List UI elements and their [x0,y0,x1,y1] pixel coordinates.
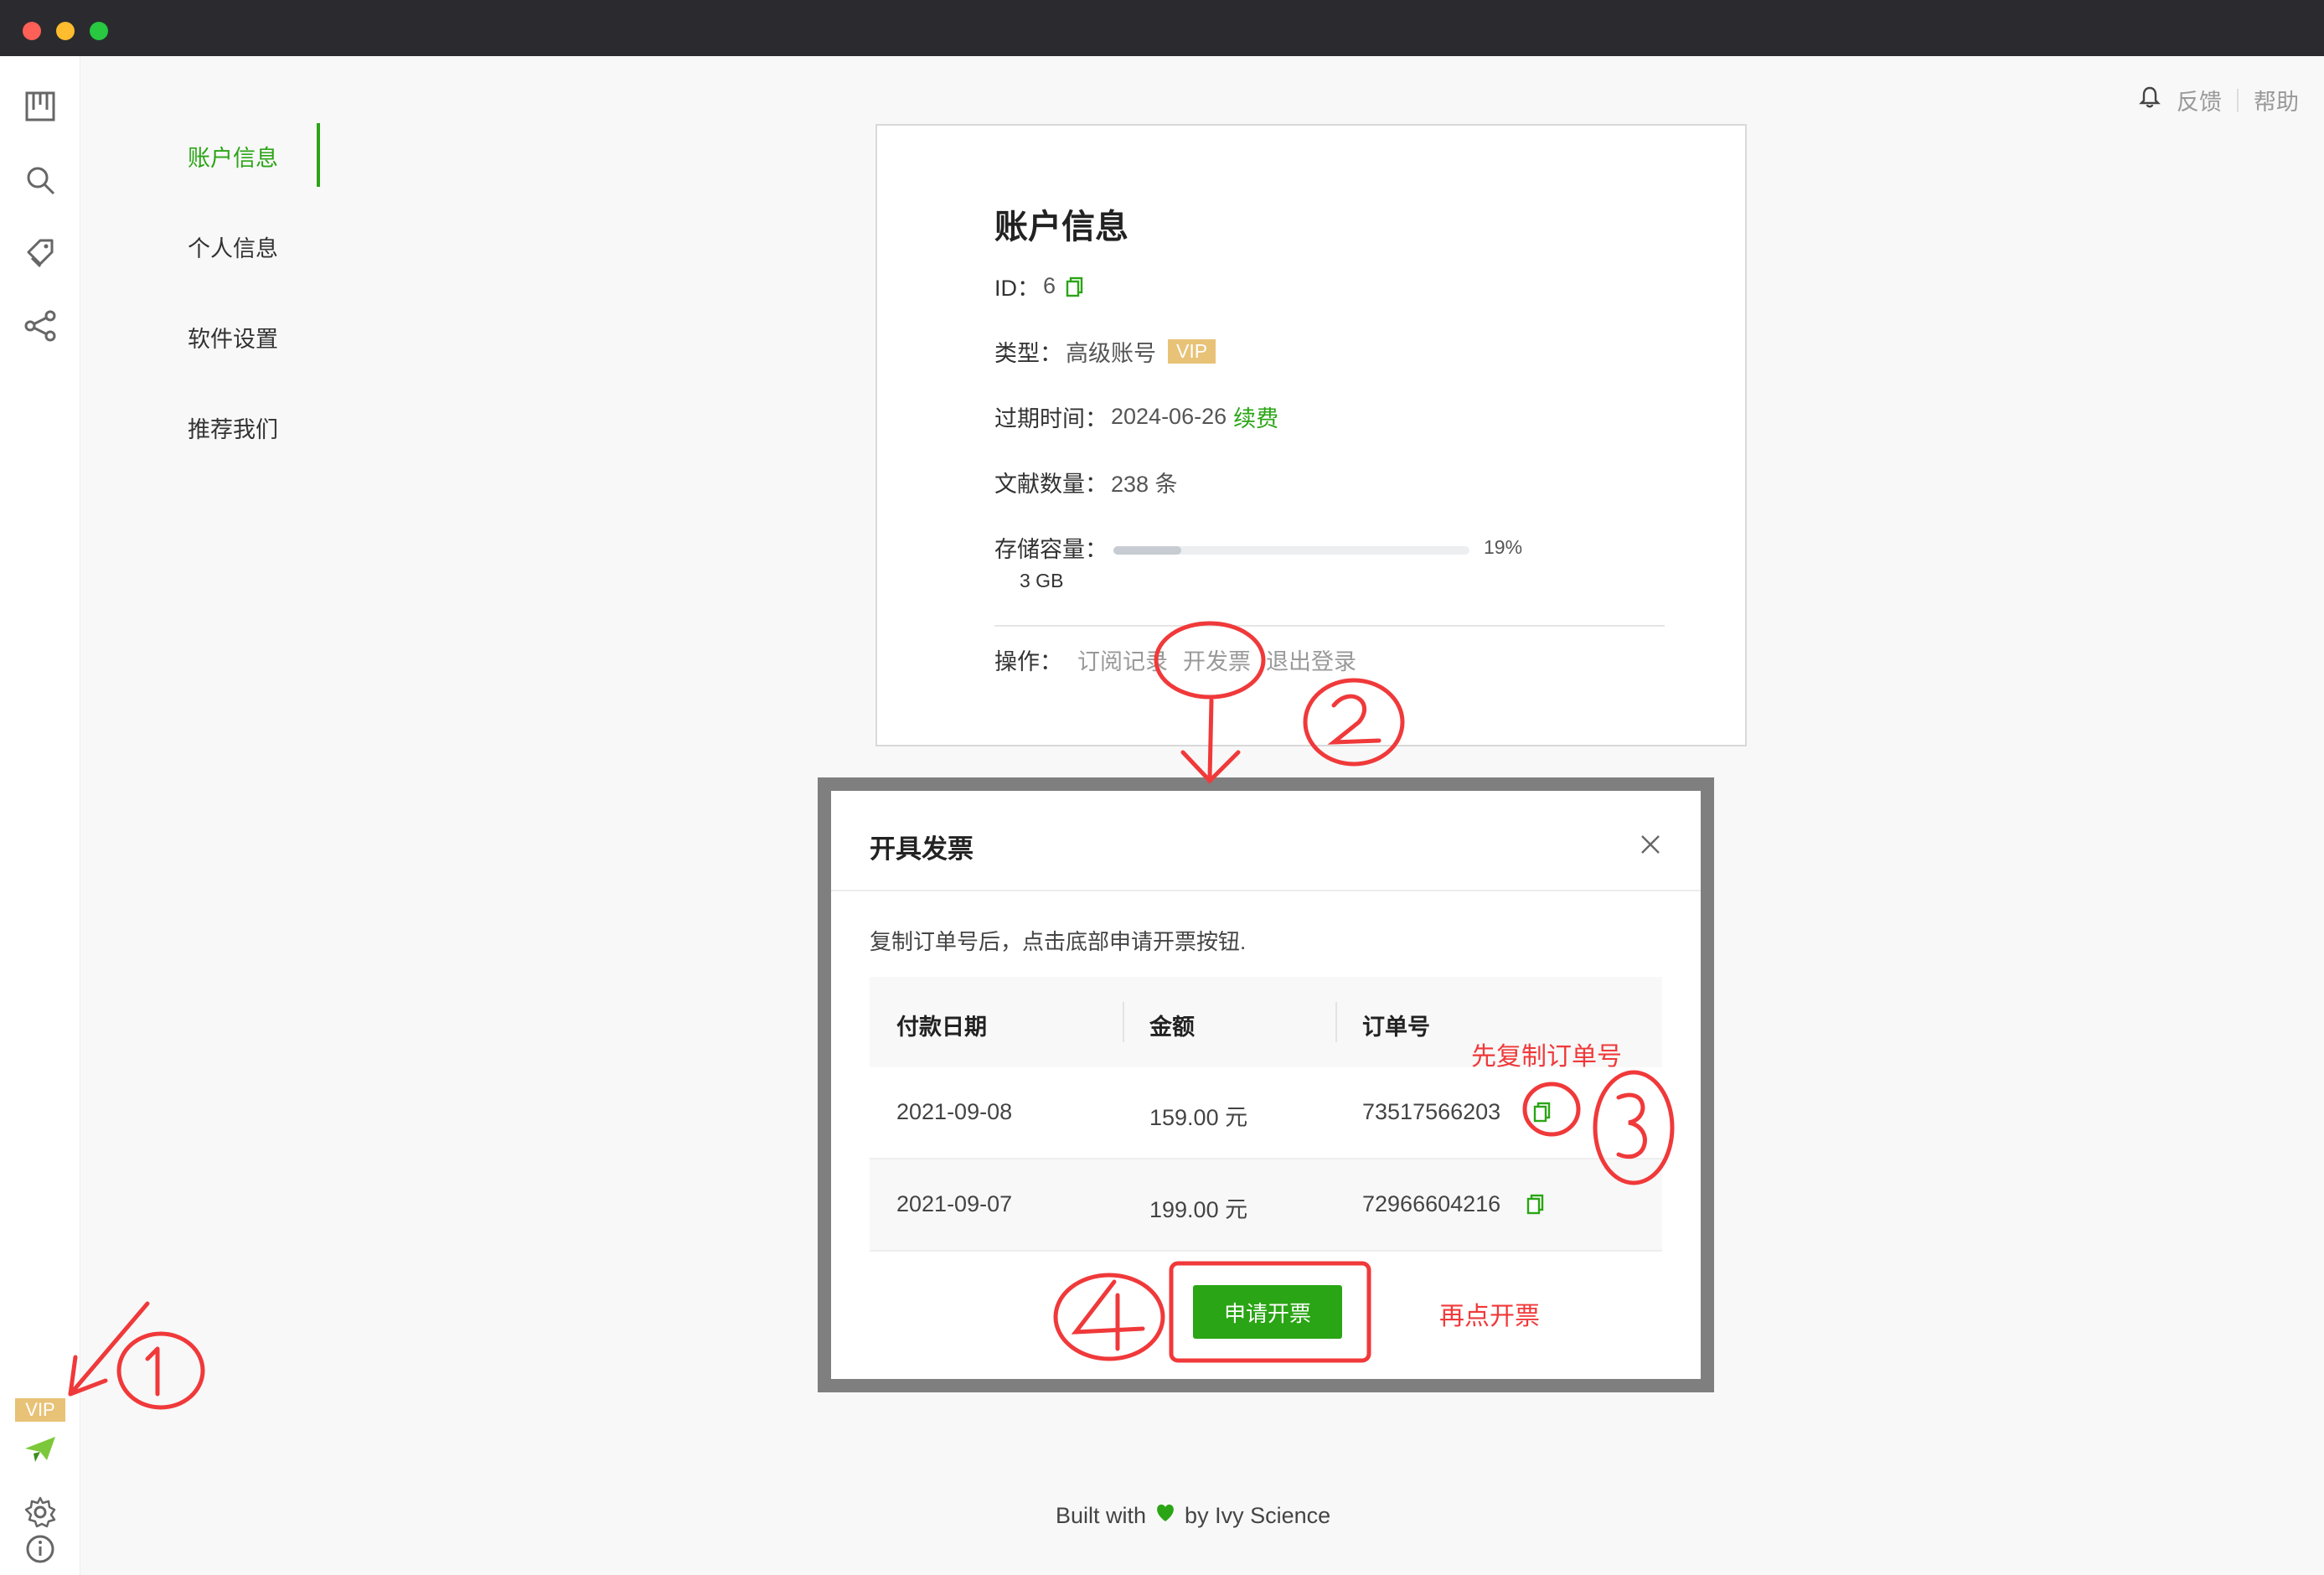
row-date: 2021-09-07 [896,1191,1013,1216]
invoice-dialog: 开具发票 复制订单号后，点击底部申请开票按钮. 付款日期 金额 订单号 2021… [831,791,1701,1379]
dialog-title: 开具发票 [870,834,973,864]
storage-total: 3 GB [1020,570,1064,591]
footer-prefix: Built with [1056,1503,1147,1528]
account-ops: 操作： 订阅记录 开发票 退出登录 [994,643,1356,676]
card-divider [994,625,1665,627]
annotation-then-apply: 再点开票 [1439,1303,1540,1330]
copy-order-icon[interactable] [1531,1101,1553,1128]
annotation-copy-first: 先复制订单号 [1471,1043,1622,1071]
gear-icon[interactable] [23,1495,57,1529]
row-amount: 199.00 元 [1149,1197,1248,1222]
apply-invoice-button[interactable]: 申请开票 [1193,1285,1342,1339]
window-minimize-button[interactable] [56,22,75,40]
table-row: 2021-09-07 199.00 元 72966604216 [870,1159,1662,1252]
info-icon[interactable] [23,1532,57,1566]
table-row: 2021-09-08 159.00 元 73517566203 [870,1067,1662,1159]
account-docs-row: 文献数量： 238 条 [994,466,1178,498]
vip-plane-icon[interactable] [23,1432,57,1465]
share-icon[interactable] [23,309,57,343]
nav-active-indicator [317,123,320,187]
subscription-history-link[interactable]: 订阅记录 [1077,643,1168,676]
account-storage-label: 存储容量： [994,537,1108,562]
icon-rail: VIP [0,56,80,1575]
col-order-number: 订单号 [1362,1015,1430,1040]
settings-nav: 账户信息 个人信息 软件设置 推荐我们 [80,56,332,1575]
logout-link[interactable]: 退出登录 [1266,643,1356,676]
vip-tag: VIP [1168,339,1216,364]
account-storage-row: 存储容量： [994,531,1108,564]
col-separator [1335,1002,1337,1042]
window-titlebar [0,0,2324,56]
account-id-label: ID： [994,276,1040,301]
storage-percent: 19% [1484,536,1523,558]
row-order: 73517566203 [1362,1099,1501,1124]
account-docs-value: 238 条 [1111,472,1178,497]
account-id-row: ID： 6 [994,270,1086,302]
account-type-row: 类型： 高级账号 VIP [994,335,1216,368]
account-expire-label: 过期时间： [994,406,1108,431]
window-maximize-button[interactable] [90,22,108,40]
footer: Built with by Ivy Science [1056,1503,1330,1529]
nav-item-recommend-us[interactable]: 推荐我们 [188,411,278,444]
col-amount: 金额 [1149,1015,1195,1040]
header-separator [2237,88,2239,112]
vip-badge: VIP [15,1398,65,1422]
copy-icon[interactable] [1064,276,1086,297]
nav-item-account-info[interactable]: 账户信息 [188,140,278,173]
account-expire-value: 2024-06-26 [1111,404,1227,429]
row-order: 72966604216 [1362,1191,1501,1216]
header-actions: 反馈 帮助 [2138,84,2299,116]
search-icon[interactable] [23,163,57,197]
invoice-dialog-frame: 开具发票 复制订单号后，点击底部申请开票按钮. 付款日期 金额 订单号 2021… [818,777,1714,1392]
row-amount: 159.00 元 [1149,1105,1248,1130]
account-title: 账户信息 [994,209,1128,245]
account-docs-label: 文献数量： [994,472,1108,497]
col-separator [1123,1002,1124,1042]
ops-label: 操作： [994,649,1062,674]
feedback-link[interactable]: 反馈 [2177,84,2222,116]
storage-progress-bar [1113,546,1469,555]
renew-link[interactable]: 续费 [1233,400,1278,433]
footer-suffix: by Ivy Science [1185,1503,1331,1528]
nav-item-personal-info[interactable]: 个人信息 [188,230,278,263]
account-type-value: 高级账号 [1066,341,1156,366]
bell-icon[interactable] [2138,85,2161,115]
tag-icon[interactable] [23,235,57,269]
account-expire-row: 过期时间： 2024-06-26 续费 [994,400,1278,433]
row-date: 2021-09-08 [896,1099,1013,1124]
col-payment-date: 付款日期 [896,1015,987,1040]
storage-progress-fill [1113,546,1181,555]
dialog-description: 复制订单号后，点击底部申请开票按钮. [870,929,1247,954]
issue-invoice-link[interactable]: 开发票 [1183,643,1251,676]
help-link[interactable]: 帮助 [2254,84,2299,116]
account-id-value: 6 [1043,273,1056,298]
heart-icon [1154,1503,1176,1529]
dialog-divider [831,890,1701,891]
window-close-button[interactable] [23,22,41,40]
nav-item-software-settings[interactable]: 软件设置 [188,321,278,354]
account-card: 账户信息 ID： 6 类型： 高级账号 VIP 过期时间： 2024-06-26… [875,124,1747,746]
library-icon[interactable] [23,90,57,123]
close-icon[interactable] [1639,833,1662,856]
account-type-label: 类型： [994,341,1062,366]
copy-order-icon[interactable] [1525,1193,1547,1221]
